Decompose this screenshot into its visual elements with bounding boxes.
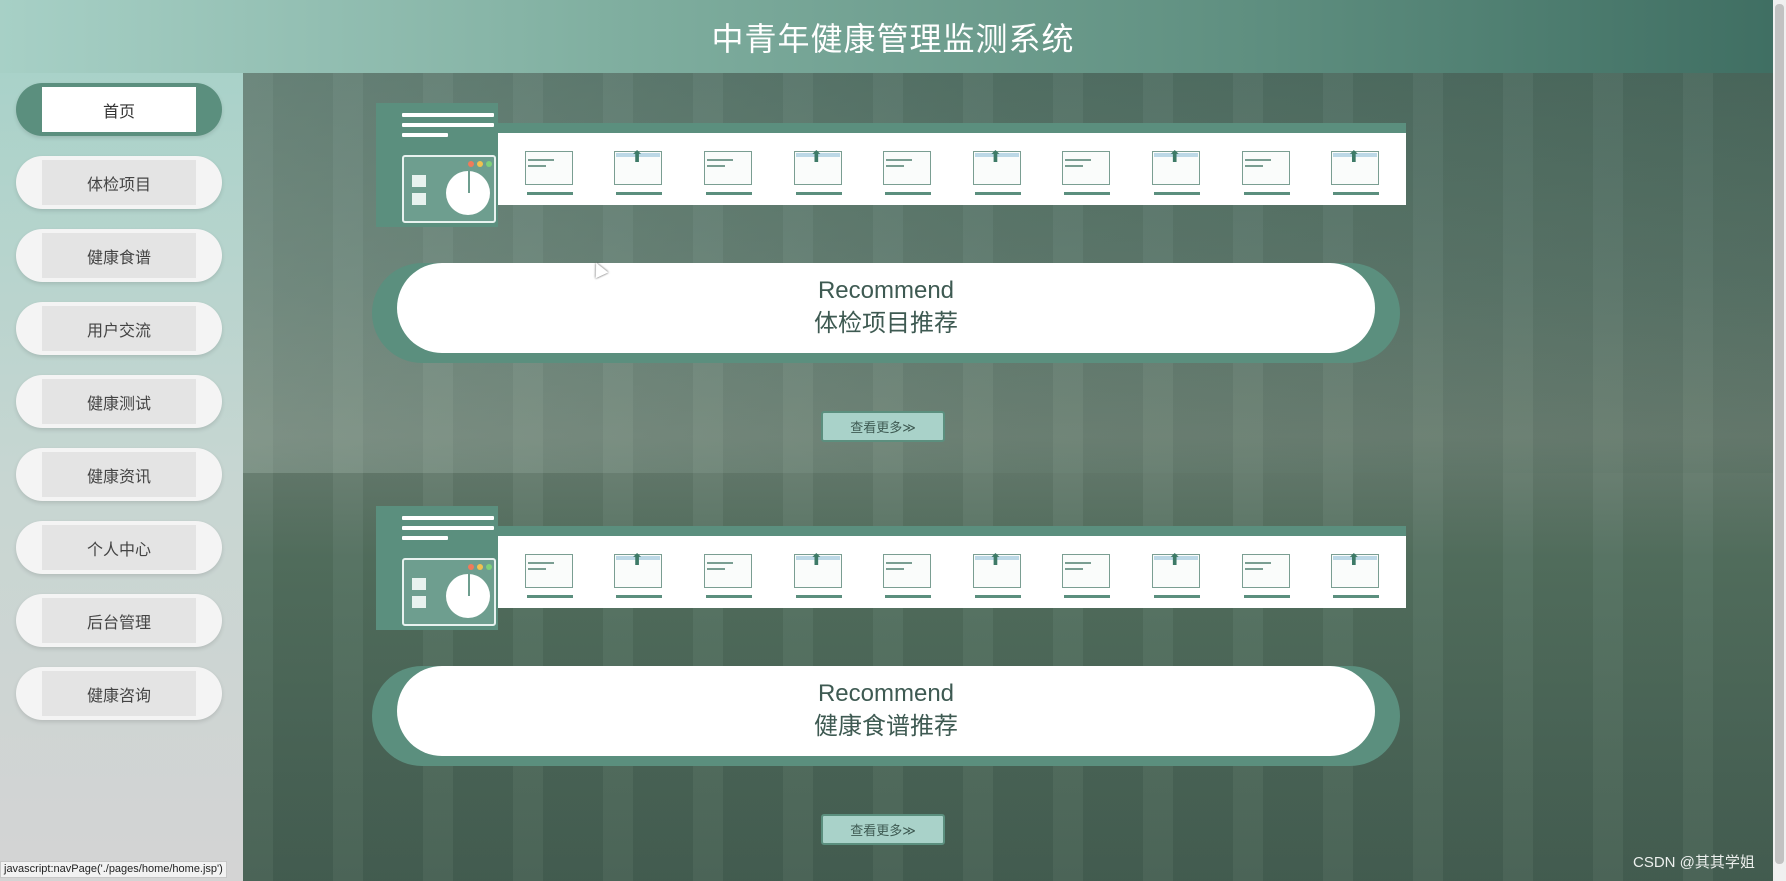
recommend-title-box: Recommend 健康食谱推荐 [397,666,1375,756]
recommend-section-recipes: ⬆ ⬆ ⬆ ⬆ ⬆ Recommend 健康食谱推荐 查看更多≫ [243,476,1773,876]
sidebar-item-checkup-items[interactable]: 体检项目 [16,156,222,209]
recommend-banner: Recommend 体检项目推荐 [372,263,1400,363]
chart-board-icon [1240,141,1292,197]
chart-board-icon [702,141,754,197]
sidebar-item-label: 健康咨询 [42,671,196,716]
sidebar-item-label: 健康食谱 [42,233,196,278]
recommend-en-label: Recommend [817,277,955,304]
upload-board-icon: ⬆ [1150,141,1202,197]
status-bar-url: javascript:navPage('./pages/home/home.js… [0,861,227,878]
sidebar-item-label: 健康测试 [42,379,196,424]
upload-board-icon: ⬆ [792,544,844,600]
sidebar-item-health-news[interactable]: 健康资讯 [16,448,222,501]
sidebar-item-health-test[interactable]: 健康测试 [16,375,222,428]
upload-board-icon: ⬆ [1329,141,1381,197]
sidebar-item-home[interactable]: 首页 [16,83,222,136]
sidebar-item-label: 个人中心 [42,525,196,570]
dashboard-icon [376,103,498,227]
sidebar-item-admin[interactable]: 后台管理 [16,594,222,647]
upload-board-icon: ⬆ [1329,544,1381,600]
sidebar-item-label: 首页 [42,87,196,132]
app-title: 中青年健康管理监测系统 [711,19,1075,58]
recommend-section-checkup: ⬆ ⬆ ⬆ ⬆ ⬆ Recommend 体检项目推荐 查看更多≫ [243,73,1773,473]
section-banner: ⬆ ⬆ ⬆ ⬆ ⬆ [376,506,1406,630]
sidebar-item-label: 用户交流 [42,306,196,351]
upload-board-icon: ⬆ [971,544,1023,600]
recommend-en-label: Recommend [817,680,955,707]
app-header: 中青年健康管理监测系统 [0,0,1786,73]
scrollbar-thumb[interactable] [1775,4,1784,864]
sidebar-item-label: 体检项目 [42,160,196,205]
main-content[interactable]: ⬆ ⬆ ⬆ ⬆ ⬆ Recommend 体检项目推荐 查看更多≫ ⬆ ⬆ ⬆ ⬆… [243,73,1773,881]
upload-board-icon: ⬆ [792,141,844,197]
chart-board-icon [523,141,575,197]
sidebar-item-healthy-recipes[interactable]: 健康食谱 [16,229,222,282]
recommend-cn-label: 体检项目推荐 [814,309,958,337]
chart-board-icon [1060,544,1112,600]
chart-board-icon [1240,544,1292,600]
vertical-scrollbar[interactable] [1773,0,1786,881]
section-banner: ⬆ ⬆ ⬆ ⬆ ⬆ [376,103,1406,227]
view-more-button[interactable]: 查看更多≫ [821,814,945,845]
upload-board-icon: ⬆ [612,544,664,600]
sidebar-item-health-consult[interactable]: 健康咨询 [16,667,222,720]
sidebar-item-label: 健康资讯 [42,452,196,497]
sidebar-nav: 首页 体检项目 健康食谱 用户交流 健康测试 健康资讯 个人中心 后台管理 健康… [0,73,243,881]
chart-board-icon [702,544,754,600]
chart-board-icon [881,141,933,197]
recommend-title-box: Recommend 体检项目推荐 [397,263,1375,353]
banner-illustration: ⬆ ⬆ ⬆ ⬆ ⬆ [498,536,1406,608]
upload-board-icon: ⬆ [1150,544,1202,600]
upload-board-icon: ⬆ [971,141,1023,197]
upload-board-icon: ⬆ [612,141,664,197]
dashboard-icon [376,506,498,630]
recommend-banner: Recommend 健康食谱推荐 [372,666,1400,766]
recommend-cn-label: 健康食谱推荐 [814,712,958,740]
sidebar-item-personal-center[interactable]: 个人中心 [16,521,222,574]
watermark: CSDN @其其学姐 [1633,854,1755,871]
chart-board-icon [881,544,933,600]
banner-illustration: ⬆ ⬆ ⬆ ⬆ ⬆ [498,133,1406,205]
chart-board-icon [1060,141,1112,197]
sidebar-item-user-forum[interactable]: 用户交流 [16,302,222,355]
chart-board-icon [523,544,575,600]
sidebar-item-label: 后台管理 [42,598,196,643]
view-more-button[interactable]: 查看更多≫ [821,411,945,442]
